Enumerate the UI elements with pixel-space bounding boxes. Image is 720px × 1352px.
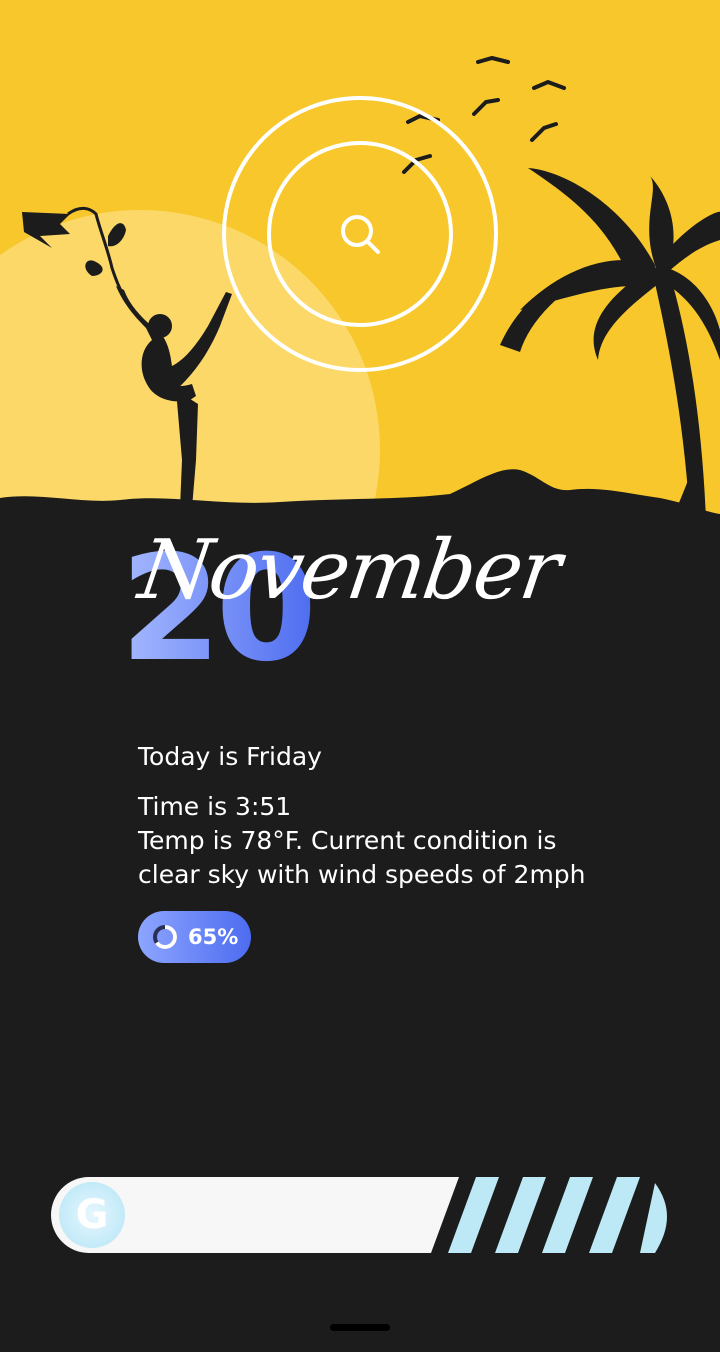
time-text: Time is 3:51 (138, 792, 292, 821)
month-name: November (133, 523, 565, 618)
battery-percentage: 65% (188, 925, 239, 949)
search-bar[interactable]: G (49, 1175, 671, 1255)
weather-text-line-2: clear sky with wind speeds of 2mph (138, 860, 586, 889)
date-display: 20 November (110, 520, 570, 710)
home-indicator[interactable] (330, 1324, 390, 1331)
day-text: Today is Friday (138, 742, 322, 771)
weather-text-line-1: Temp is 78°F. Current condition is (138, 826, 557, 855)
battery-ring-icon (153, 925, 177, 949)
battery-indicator: 65% (138, 911, 251, 963)
google-g-icon[interactable]: G (59, 1182, 125, 1248)
wallpaper-scene (0, 0, 720, 560)
info-panel: Today is Friday Time is 3:51 Temp is 78°… (138, 740, 608, 892)
search-bar-shape (51, 1177, 667, 1253)
